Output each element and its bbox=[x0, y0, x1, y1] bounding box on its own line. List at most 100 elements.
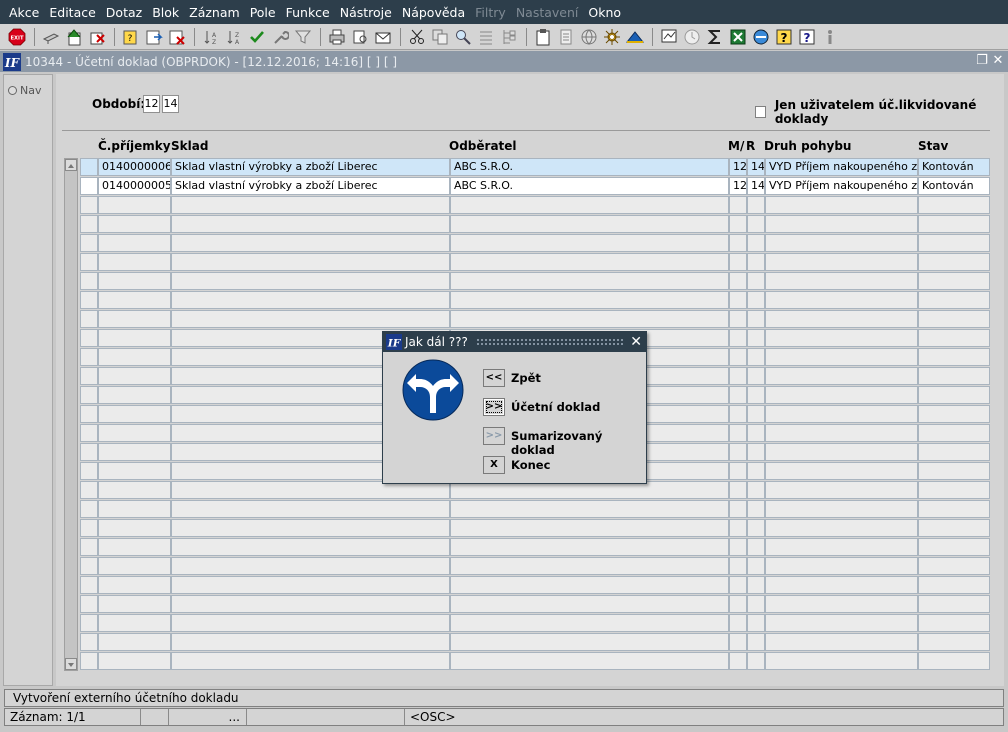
row-selector[interactable] bbox=[80, 614, 98, 632]
end-button[interactable]: X bbox=[483, 456, 505, 474]
cell-r[interactable] bbox=[747, 595, 765, 613]
cell-r[interactable] bbox=[747, 519, 765, 537]
cell-sklad[interactable] bbox=[171, 234, 450, 252]
cell-cislo[interactable] bbox=[98, 291, 171, 309]
cell-druh[interactable] bbox=[765, 386, 918, 404]
cell-stav[interactable] bbox=[918, 291, 990, 309]
cell-cislo[interactable] bbox=[98, 272, 171, 290]
row-selector[interactable] bbox=[80, 633, 98, 651]
cell-cislo[interactable] bbox=[98, 614, 171, 632]
table-row[interactable]: 0140000005 Sklad vlastní výrobky a zboží … bbox=[80, 177, 990, 196]
cell-druh[interactable] bbox=[765, 500, 918, 518]
row-selector[interactable] bbox=[80, 158, 98, 176]
cell-sklad[interactable] bbox=[171, 500, 450, 518]
row-selector[interactable] bbox=[80, 196, 98, 214]
row-selector[interactable] bbox=[80, 234, 98, 252]
cell-sklad[interactable] bbox=[171, 215, 450, 233]
clock-button[interactable] bbox=[681, 26, 703, 48]
cancel-query-button[interactable] bbox=[166, 26, 188, 48]
table-row[interactable] bbox=[80, 310, 990, 329]
cell-m[interactable] bbox=[729, 196, 747, 214]
cell-druh[interactable] bbox=[765, 367, 918, 385]
period-year-field[interactable]: 14 bbox=[162, 95, 179, 113]
table-row[interactable] bbox=[80, 291, 990, 310]
tools-button[interactable] bbox=[269, 26, 291, 48]
cell-r[interactable] bbox=[747, 500, 765, 518]
cell-druh[interactable] bbox=[765, 424, 918, 442]
cell-r[interactable] bbox=[747, 633, 765, 651]
nav-radio[interactable]: Nav bbox=[8, 84, 52, 97]
cell-m[interactable] bbox=[729, 633, 747, 651]
cell-stav[interactable] bbox=[918, 576, 990, 594]
cell-druh[interactable] bbox=[765, 272, 918, 290]
copy-button[interactable] bbox=[429, 26, 451, 48]
cell-odberatel[interactable] bbox=[450, 310, 729, 328]
scroll-down-button[interactable] bbox=[65, 658, 77, 670]
cell-sklad[interactable] bbox=[171, 633, 450, 651]
cell-cislo[interactable] bbox=[98, 310, 171, 328]
cell-odberatel[interactable] bbox=[450, 652, 729, 670]
cell-odberatel[interactable] bbox=[450, 633, 729, 651]
cell-sklad[interactable] bbox=[171, 196, 450, 214]
table-row[interactable] bbox=[80, 253, 990, 272]
settings-button[interactable] bbox=[601, 26, 623, 48]
cell-cislo[interactable] bbox=[98, 538, 171, 556]
cell-m[interactable]: 12 bbox=[729, 158, 747, 176]
cell-cislo[interactable]: 0140000006 bbox=[98, 158, 171, 176]
query-button[interactable]: ? bbox=[120, 26, 142, 48]
cell-druh[interactable] bbox=[765, 595, 918, 613]
cell-druh[interactable] bbox=[765, 614, 918, 632]
terrain-button[interactable] bbox=[624, 26, 646, 48]
cell-m[interactable] bbox=[729, 519, 747, 537]
cell-cislo[interactable] bbox=[98, 424, 171, 442]
cell-druh[interactable] bbox=[765, 557, 918, 575]
cell-cislo[interactable]: 0140000005 bbox=[98, 177, 171, 195]
cell-odberatel[interactable]: ABC S.R.O. bbox=[450, 158, 729, 176]
accounting-document-button[interactable]: >> bbox=[483, 398, 505, 416]
cell-stav[interactable] bbox=[918, 652, 990, 670]
cell-cislo[interactable] bbox=[98, 500, 171, 518]
cell-m[interactable] bbox=[729, 500, 747, 518]
cell-druh[interactable] bbox=[765, 652, 918, 670]
cell-r[interactable] bbox=[747, 291, 765, 309]
cell-r[interactable] bbox=[747, 405, 765, 423]
cell-m[interactable] bbox=[729, 481, 747, 499]
cell-odberatel[interactable] bbox=[450, 215, 729, 233]
cell-sklad[interactable]: Sklad vlastní výrobky a zboží Liberec bbox=[171, 158, 450, 176]
vertical-scrollbar[interactable] bbox=[64, 158, 78, 671]
table-row[interactable] bbox=[80, 272, 990, 291]
cell-odberatel[interactable] bbox=[450, 595, 729, 613]
cell-stav[interactable] bbox=[918, 462, 990, 480]
cell-odberatel[interactable] bbox=[450, 557, 729, 575]
cut-button[interactable] bbox=[406, 26, 428, 48]
cell-stav[interactable] bbox=[918, 367, 990, 385]
dialog-close-button[interactable]: ✕ bbox=[630, 333, 642, 351]
row-selector[interactable] bbox=[80, 652, 98, 670]
cell-druh[interactable]: VYD Příjem nakoupeného zboží bbox=[765, 177, 918, 195]
globe-button[interactable] bbox=[578, 26, 600, 48]
clipboard-button[interactable] bbox=[532, 26, 554, 48]
row-selector[interactable] bbox=[80, 253, 98, 271]
cell-r[interactable] bbox=[747, 367, 765, 385]
cell-r[interactable] bbox=[747, 443, 765, 461]
cell-r[interactable] bbox=[747, 652, 765, 670]
info-button[interactable] bbox=[819, 26, 841, 48]
summary-document-button[interactable]: >> bbox=[483, 427, 505, 445]
cell-sklad[interactable] bbox=[171, 652, 450, 670]
cell-odberatel[interactable] bbox=[450, 538, 729, 556]
cell-cislo[interactable] bbox=[98, 405, 171, 423]
cell-stav[interactable] bbox=[918, 272, 990, 290]
cell-stav[interactable] bbox=[918, 386, 990, 404]
filter-button[interactable] bbox=[292, 26, 314, 48]
cell-r[interactable] bbox=[747, 386, 765, 404]
menu-akce[interactable]: Akce bbox=[4, 5, 44, 20]
cell-druh[interactable] bbox=[765, 519, 918, 537]
cell-m[interactable] bbox=[729, 538, 747, 556]
cell-cislo[interactable] bbox=[98, 481, 171, 499]
menu-napoveda[interactable]: Nápověda bbox=[397, 5, 470, 20]
table-row[interactable] bbox=[80, 614, 990, 633]
cell-m[interactable] bbox=[729, 215, 747, 233]
cell-m[interactable] bbox=[729, 310, 747, 328]
cell-sklad[interactable] bbox=[171, 576, 450, 594]
sort-desc-button[interactable]: ZA bbox=[223, 26, 245, 48]
